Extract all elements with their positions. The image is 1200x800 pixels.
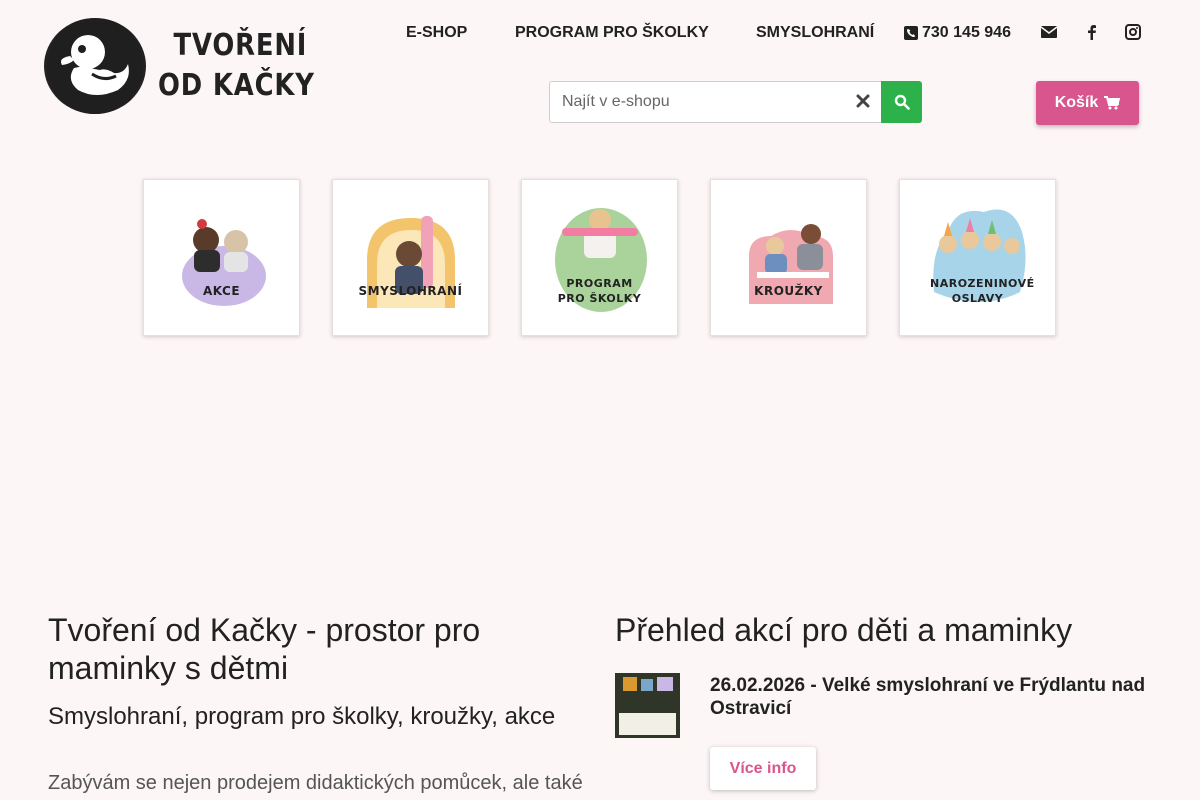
event-thumbnail[interactable]: [615, 673, 680, 738]
tile-label: AKCE: [202, 284, 241, 298]
search-icon: [894, 94, 910, 110]
cart-button[interactable]: Košík: [1036, 81, 1139, 125]
cart-label: Košík: [1054, 94, 1099, 111]
tile-akce[interactable]: AKCE: [143, 179, 300, 336]
tile-label: NAROZENINOVÉ OSLAVY: [930, 277, 1035, 305]
clear-search-icon[interactable]: [855, 93, 871, 109]
search-input[interactable]: [549, 81, 881, 123]
smyslohrani-illustration: [367, 216, 455, 308]
instagram-icon[interactable]: [1125, 24, 1141, 45]
akce-illustration: [182, 219, 266, 306]
intro-text: Zabývám se nejen prodejem didaktických p…: [48, 772, 583, 794]
tile-smyslohrani[interactable]: SMYSLOHRANÍ: [332, 179, 489, 336]
events-title: Přehled akcí pro děti a maminky: [615, 612, 1073, 648]
main-nav: E-SHOP PROGRAM PRO ŠKOLKY SMYSLOHRANÍ 73…: [0, 24, 1200, 44]
phone-icon: [904, 26, 918, 40]
more-info-button[interactable]: Více info: [710, 747, 816, 790]
event-title[interactable]: 26.02.2026 - Velké smyslohraní ve Frýdla…: [710, 674, 1170, 720]
nav-link-program-pro-skolky[interactable]: PROGRAM PRO ŠKOLKY: [515, 24, 709, 42]
phone-number: 730 145 946: [922, 24, 1011, 41]
tile-krouzky[interactable]: KROUŽKY: [710, 179, 867, 336]
phone-link[interactable]: 730 145 946: [904, 24, 1011, 42]
intro-title: Tvoření od Kačky - prostor pro maminky s…: [48, 612, 481, 686]
krouzky-illustration: [749, 224, 833, 304]
brand-line-2: OD KAČKY: [158, 68, 315, 103]
nav-link-eshop[interactable]: E-SHOP: [406, 24, 467, 42]
tile-label: SMYSLOHRANÍ: [358, 284, 463, 298]
nav-link-smyslohrani[interactable]: SMYSLOHRANÍ: [756, 24, 874, 42]
tile-label: KROUŽKY: [754, 284, 823, 298]
tile-narozeninove-oslavy[interactable]: NAROZENINOVÉ OSLAVY: [899, 179, 1056, 336]
cart-icon: [1104, 96, 1121, 110]
tile-program-pro-skolky[interactable]: PROGRAM PRO ŠKOLKY: [521, 179, 678, 336]
oslavy-illustration: [933, 209, 1026, 302]
search-bar: [549, 81, 922, 123]
envelope-icon[interactable]: [1040, 24, 1058, 45]
search-button[interactable]: [881, 81, 922, 123]
tile-label: PROGRAM PRO ŠKOLKY: [557, 277, 642, 305]
intro-subtitle: Smyslohraní, program pro školky, kroužky…: [48, 703, 556, 730]
facebook-icon[interactable]: [1086, 24, 1098, 45]
program-illustration: [555, 208, 647, 312]
